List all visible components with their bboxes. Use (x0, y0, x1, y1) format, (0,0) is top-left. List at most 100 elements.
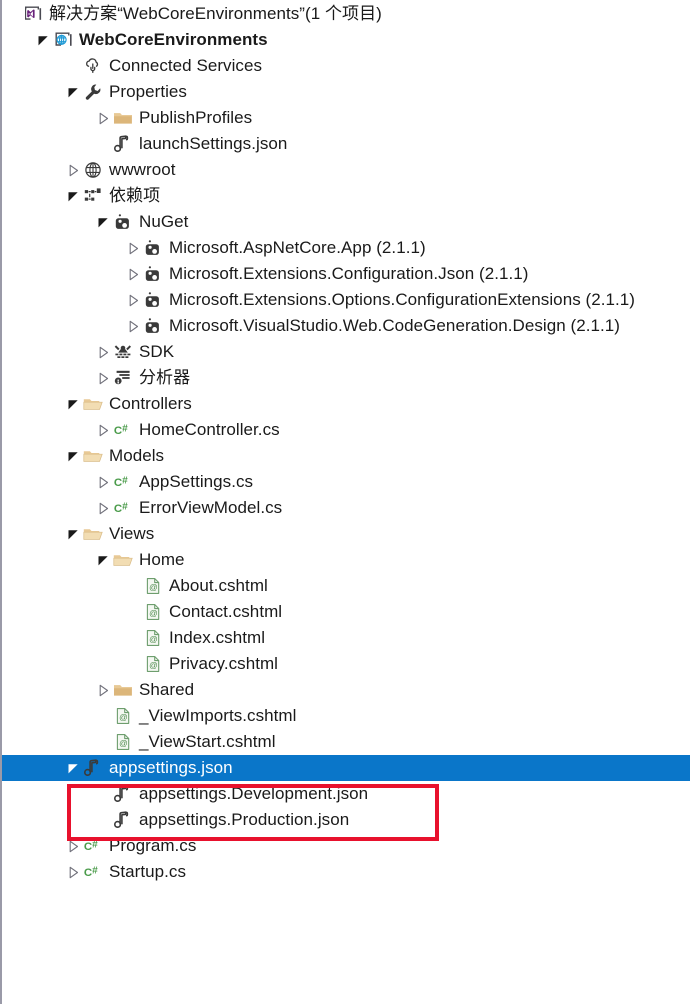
expander-collapse-icon[interactable] (64, 521, 82, 547)
cshtml-file-icon: @ (142, 653, 164, 675)
expander-expand-icon[interactable] (94, 417, 112, 443)
tree-node-label: 解决方案“WebCoreEnvironments”(1 个项目) (49, 4, 382, 23)
tree-node-label: NuGet (139, 212, 189, 231)
expander-expand-icon[interactable] (124, 261, 142, 287)
tree-node-label: WebCoreEnvironments (79, 30, 268, 49)
cshtml-file-icon: @ (142, 627, 164, 649)
folder-open-icon (82, 393, 104, 415)
tree-node[interactable]: Microsoft.VisualStudio.Web.CodeGeneratio… (2, 313, 690, 339)
sdk-icon (112, 341, 134, 363)
expander-collapse-icon[interactable] (94, 547, 112, 573)
expander-expand-icon[interactable] (64, 157, 82, 183)
tree-node[interactable]: SDK (2, 339, 690, 365)
json-file-icon (112, 133, 134, 155)
tree-node-label: wwwroot (109, 160, 176, 179)
expander-expand-icon[interactable] (94, 339, 112, 365)
expander-expand-icon[interactable] (64, 859, 82, 885)
expander-expand-icon[interactable] (94, 105, 112, 131)
tree-node[interactable]: C # HomeController.cs (2, 417, 690, 443)
tree-node[interactable]: @ Privacy.cshtml (2, 651, 690, 677)
tree-node[interactable]: C # Startup.cs (2, 859, 690, 885)
tree-node[interactable]: Microsoft.Extensions.Options.Configurati… (2, 287, 690, 313)
json-file-icon (112, 809, 134, 831)
tree-node[interactable]: 解决方案“WebCoreEnvironments”(1 个项目) (2, 1, 690, 27)
tree-node[interactable]: @ About.cshtml (2, 573, 690, 599)
tree-node[interactable]: Microsoft.Extensions.Configuration.Json … (2, 261, 690, 287)
svg-text:#: # (92, 865, 98, 876)
expander-expand-icon[interactable] (94, 365, 112, 391)
nuget-package-icon (142, 315, 164, 337)
tree-node-label: Views (109, 524, 155, 543)
svg-text:C: C (114, 503, 122, 515)
svg-text:#: # (122, 501, 128, 512)
expander-collapse-icon[interactable] (64, 183, 82, 209)
expander-collapse-icon[interactable] (64, 391, 82, 417)
svg-text:@: @ (149, 660, 158, 670)
tree-node[interactable]: @ _ViewStart.cshtml (2, 729, 690, 755)
expander-expand-icon[interactable] (94, 677, 112, 703)
expander-expand-icon[interactable] (124, 287, 142, 313)
tree-node[interactable]: launchSettings.json (2, 131, 690, 157)
tree-node-label: Startup.cs (109, 862, 187, 881)
tree-node-label: Microsoft.AspNetCore.App (2.1.1) (169, 238, 426, 257)
json-file-icon (82, 757, 104, 779)
tree-node-label: 分析器 (139, 368, 191, 387)
tree-node[interactable]: C # AppSettings.cs (2, 469, 690, 495)
tree-node-label: appsettings.json (109, 758, 233, 777)
expander-expand-icon[interactable] (64, 833, 82, 859)
tree-node[interactable]: @ Contact.cshtml (2, 599, 690, 625)
tree-node[interactable]: Models (2, 443, 690, 469)
tree-node[interactable]: Views (2, 521, 690, 547)
nuget-package-icon (112, 211, 134, 233)
expander-collapse-icon[interactable] (64, 79, 82, 105)
expander-collapse-icon[interactable] (34, 27, 52, 53)
expander-placeholder (4, 1, 22, 27)
csharp-file-icon: C # (112, 419, 134, 441)
tree-node[interactable]: @ Index.cshtml (2, 625, 690, 651)
expander-collapse-icon[interactable] (64, 443, 82, 469)
tree-node-label: Controllers (109, 394, 192, 413)
expander-expand-icon[interactable] (124, 313, 142, 339)
tree-node[interactable]: Microsoft.AspNetCore.App (2.1.1) (2, 235, 690, 261)
tree-node[interactable]: appsettings.Development.json (2, 781, 690, 807)
expander-collapse-icon[interactable] (64, 755, 82, 781)
tree-node[interactable]: 分析器 (2, 365, 690, 391)
tree-node[interactable]: @ _ViewImports.cshtml (2, 703, 690, 729)
tree-node[interactable]: appsettings.Production.json (2, 807, 690, 833)
solution-explorer-panel[interactable]: 解决方案“WebCoreEnvironments”(1 个项目) WebCoreE… (0, 0, 690, 1004)
svg-text:#: # (92, 839, 98, 850)
tree-node-label: appsettings.Production.json (139, 810, 350, 829)
expander-placeholder (124, 573, 142, 599)
tree-node[interactable]: Properties (2, 79, 690, 105)
expander-expand-icon[interactable] (94, 495, 112, 521)
tree-node[interactable]: Controllers (2, 391, 690, 417)
tree-node[interactable]: Connected Services (2, 53, 690, 79)
nuget-package-icon (142, 289, 164, 311)
cshtml-file-icon: @ (142, 601, 164, 623)
tree-node-label: ErrorViewModel.cs (139, 498, 283, 517)
tree-node-label: Home (139, 550, 185, 569)
json-file-icon (112, 783, 134, 805)
dependencies-icon (82, 185, 104, 207)
tree-node[interactable]: PublishProfiles (2, 105, 690, 131)
tree-node[interactable]: WebCoreEnvironments (2, 27, 690, 53)
expander-placeholder (124, 651, 142, 677)
tree-node[interactable]: 依赖项 (2, 183, 690, 209)
tree-node[interactable]: Home (2, 547, 690, 573)
svg-text:C: C (114, 425, 122, 437)
tree-node[interactable]: appsettings.json (2, 755, 690, 781)
tree-node-label: Contact.cshtml (169, 602, 283, 621)
expander-expand-icon[interactable] (94, 469, 112, 495)
tree-node[interactable]: NuGet (2, 209, 690, 235)
svg-text:@: @ (119, 738, 128, 748)
tree-node[interactable]: wwwroot (2, 157, 690, 183)
tree-node[interactable]: Shared (2, 677, 690, 703)
expander-expand-icon[interactable] (124, 235, 142, 261)
tree-node-label: _ViewImports.cshtml (139, 706, 297, 725)
tree-node[interactable]: C # Program.cs (2, 833, 690, 859)
expander-collapse-icon[interactable] (94, 209, 112, 235)
solution-tree[interactable]: 解决方案“WebCoreEnvironments”(1 个项目) WebCoreE… (2, 0, 690, 885)
nuget-package-icon (142, 237, 164, 259)
tree-node[interactable]: C # ErrorViewModel.cs (2, 495, 690, 521)
svg-text:#: # (122, 475, 128, 486)
